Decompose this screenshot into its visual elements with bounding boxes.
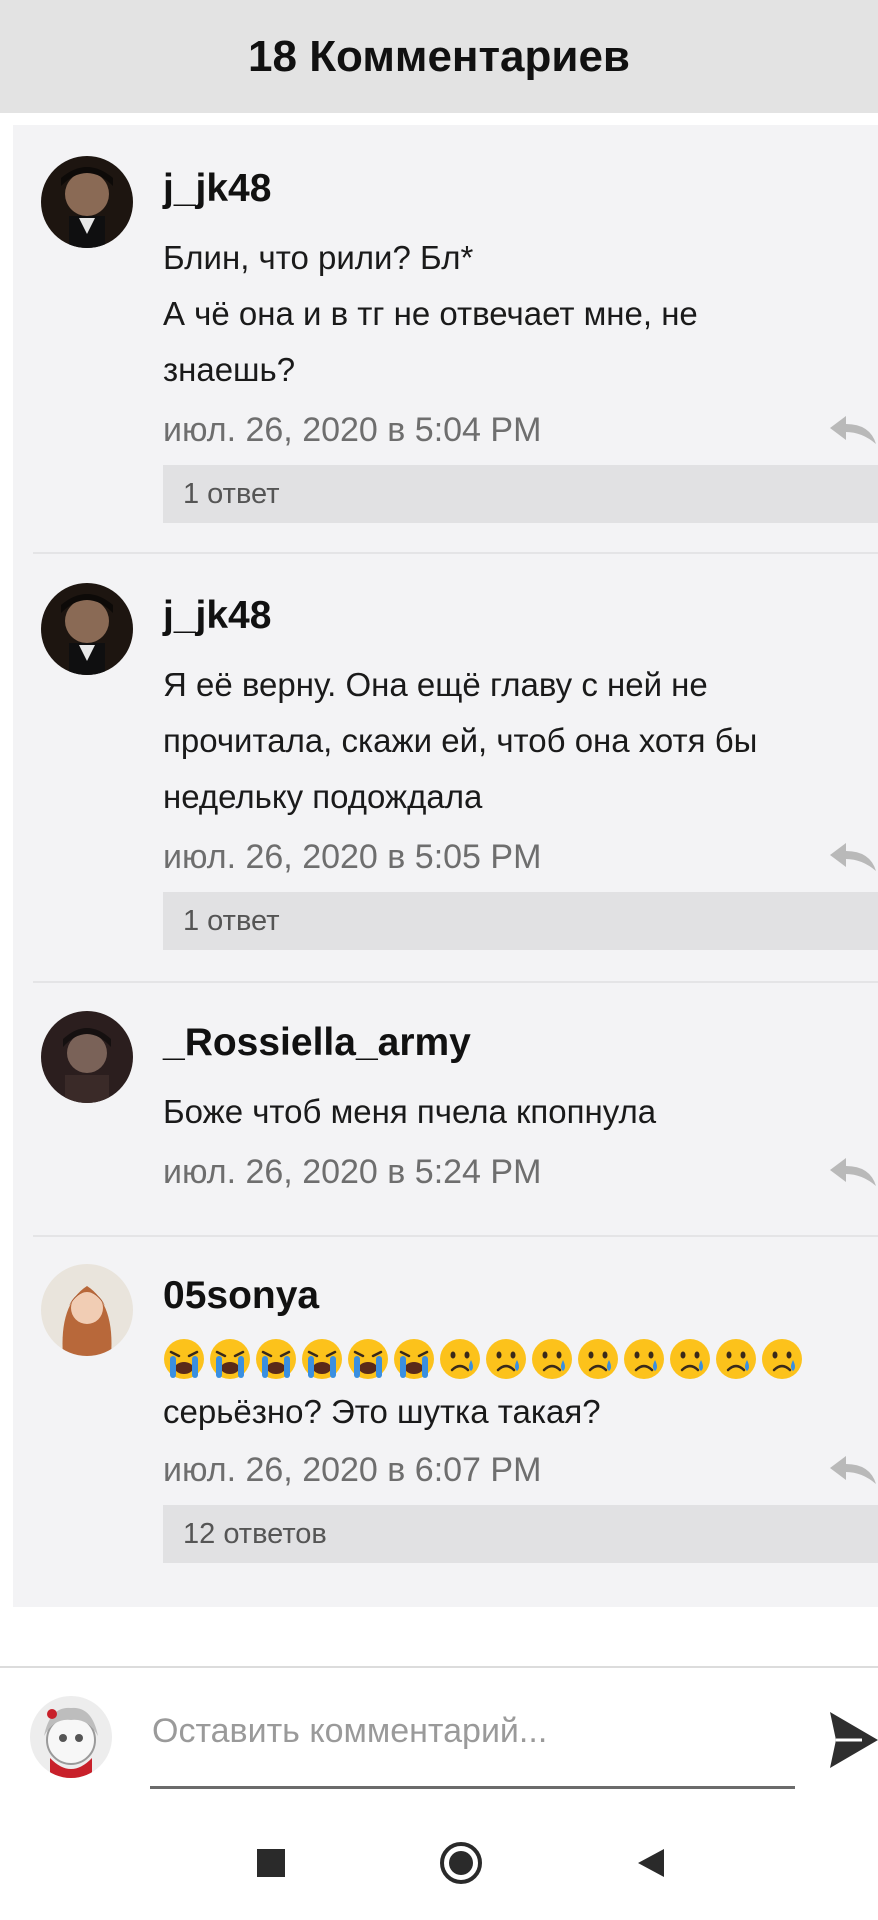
comments-count-title: 18 Комментариев <box>248 31 630 81</box>
crying-face-emoji-icon <box>348 1339 388 1379</box>
sad-tear-face-emoji-icon <box>440 1339 480 1379</box>
comment-item: j_jk48 Я её верну. Она ещё главу с ней н… <box>13 554 878 981</box>
comment-item: 05sonya серьёзно? Это шутка такая? июл. … <box>13 1237 878 1607</box>
replies-count: 12 ответов <box>183 1517 327 1550</box>
comment-item: j_jk48 Блин, что рили? Бл* А чё она и в … <box>13 125 878 552</box>
sad-tear-face-emoji-icon <box>716 1339 756 1379</box>
avatar[interactable] <box>41 156 133 248</box>
crying-face-emoji-icon <box>164 1339 204 1379</box>
comment-timestamp: июл. 26, 2020 в 6:07 PM <box>163 1451 542 1489</box>
reply-arrow-icon[interactable] <box>828 1452 878 1486</box>
comment-text-line: прочитала, скажи ей, чтоб она хотя бы <box>163 722 758 759</box>
comment-username[interactable]: _Rossiella_army <box>163 1021 471 1065</box>
comment-composer <box>0 1668 878 1808</box>
comment-text-line: Боже чтоб меня пчела кпопнула <box>163 1093 657 1130</box>
replies-toggle[interactable]: 1 ответ <box>163 892 878 950</box>
comment-input-underline <box>150 1786 795 1789</box>
avatar[interactable] <box>41 1011 133 1103</box>
current-user-avatar <box>30 1696 112 1778</box>
sad-tear-face-emoji-icon <box>624 1339 664 1379</box>
replies-count: 1 ответ <box>183 477 280 510</box>
avatar[interactable] <box>41 1264 133 1356</box>
comment-username[interactable]: j_jk48 <box>163 594 271 638</box>
sad-tear-face-emoji-icon <box>486 1339 526 1379</box>
back-icon[interactable] <box>626 1838 676 1888</box>
crying-face-emoji-icon <box>302 1339 342 1379</box>
comment-timestamp: июл. 26, 2020 в 5:05 PM <box>163 838 542 876</box>
comment-timestamp: июл. 26, 2020 в 5:24 PM <box>163 1153 542 1191</box>
system-navigation-bar <box>0 1808 878 1920</box>
comment-input[interactable] <box>150 1704 799 1758</box>
recent-apps-icon[interactable] <box>246 1838 296 1888</box>
comments-header: 18 Комментариев <box>0 0 878 113</box>
comment-text-line: Я её верну. Она ещё главу с ней не <box>163 666 708 703</box>
reply-arrow-icon[interactable] <box>828 1154 878 1188</box>
avatar[interactable] <box>41 583 133 675</box>
crying-face-emoji-icon <box>210 1339 250 1379</box>
comment-text-line: недельку подождала <box>163 778 483 815</box>
comment-timestamp: июл. 26, 2020 в 5:04 PM <box>163 411 542 449</box>
reply-arrow-icon[interactable] <box>828 412 878 446</box>
send-icon[interactable] <box>828 1708 878 1772</box>
reply-arrow-icon[interactable] <box>828 839 878 873</box>
home-icon[interactable] <box>436 1838 486 1888</box>
comment-text-line: Блин, что рили? Бл* <box>163 239 474 276</box>
sad-tear-face-emoji-icon <box>762 1339 802 1379</box>
sad-tear-face-emoji-icon <box>578 1339 618 1379</box>
comment-username[interactable]: j_jk48 <box>163 167 271 211</box>
replies-toggle[interactable]: 1 ответ <box>163 465 878 523</box>
replies-count: 1 ответ <box>183 904 280 937</box>
comment-username[interactable]: 05sonya <box>163 1274 319 1318</box>
comments-list: j_jk48 Блин, что рили? Бл* А чё она и в … <box>13 125 878 1607</box>
comment-text-line: знаешь? <box>163 351 296 388</box>
crying-face-emoji-icon <box>394 1339 434 1379</box>
replies-toggle[interactable]: 12 ответов <box>163 1505 878 1563</box>
comment-text-line: серьёзно? Это шутка такая? <box>163 1393 601 1430</box>
sad-tear-face-emoji-icon <box>670 1339 710 1379</box>
emoji-row <box>163 1338 803 1380</box>
sad-tear-face-emoji-icon <box>532 1339 572 1379</box>
crying-face-emoji-icon <box>256 1339 296 1379</box>
comment-text-line: А чё она и в тг не отвечает мне, не <box>163 295 698 332</box>
comment-item: _Rossiella_army Боже чтоб меня пчела кпо… <box>13 983 878 1235</box>
